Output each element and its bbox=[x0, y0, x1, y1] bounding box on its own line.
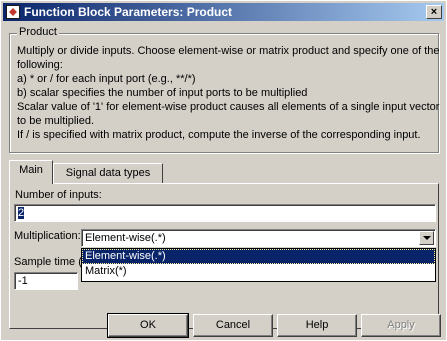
description-text: Multiply or divide inputs. Choose elemen… bbox=[17, 44, 440, 142]
simulink-icon bbox=[6, 5, 20, 19]
help-button[interactable]: Help bbox=[277, 314, 357, 337]
option-element-wise[interactable]: Element-wise(.*) bbox=[82, 249, 435, 264]
description-line: Multiply or divide inputs. Choose elemen… bbox=[17, 45, 440, 57]
ok-button[interactable]: OK bbox=[107, 313, 189, 338]
description-line: b) scalar specifies the number of input … bbox=[17, 87, 308, 99]
tab-signal-data-types[interactable]: Signal data types bbox=[53, 163, 163, 183]
tab-main[interactable]: Main bbox=[9, 160, 53, 184]
chevron-down-icon[interactable] bbox=[419, 231, 434, 245]
description-line: If / is specified with matrix product, c… bbox=[17, 129, 421, 141]
number-of-inputs-value: 2 bbox=[18, 207, 25, 219]
sample-time-input[interactable]: -1 bbox=[14, 272, 78, 290]
dialog-window: Function Block Parameters: Product × Pro… bbox=[0, 0, 447, 341]
number-of-inputs-input[interactable]: 2 bbox=[14, 204, 436, 222]
cancel-button[interactable]: Cancel bbox=[193, 314, 273, 337]
description-line: Scalar value of '1' for element-wise pro… bbox=[17, 101, 440, 113]
window-title: Function Block Parameters: Product bbox=[24, 5, 233, 19]
multiplication-label: Multiplication: bbox=[14, 230, 81, 242]
title-bar[interactable]: Function Block Parameters: Product × bbox=[3, 3, 444, 21]
description-line: to be multiplied. bbox=[17, 115, 95, 127]
group-title: Product bbox=[17, 26, 59, 38]
multiplication-selected-value: Element-wise(.*) bbox=[85, 232, 166, 244]
close-button[interactable]: × bbox=[426, 5, 442, 19]
multiplication-dropdown[interactable]: Element-wise(.*) bbox=[81, 229, 436, 247]
apply-button[interactable]: Apply bbox=[361, 314, 441, 337]
sample-time-label: Sample time (- bbox=[14, 256, 86, 268]
option-matrix[interactable]: Matrix(*) bbox=[82, 264, 435, 279]
multiplication-options-list[interactable]: Element-wise(.*) Matrix(*) bbox=[81, 248, 436, 282]
close-icon: × bbox=[430, 6, 438, 18]
description-line: following: bbox=[17, 59, 63, 71]
description-line: a) * or / for each input port (e.g., **/… bbox=[17, 73, 196, 85]
description-group: Product Multiply or divide inputs. Choos… bbox=[9, 26, 440, 153]
number-of-inputs-label: Number of inputs: bbox=[15, 189, 102, 201]
sample-time-value: -1 bbox=[18, 275, 28, 287]
